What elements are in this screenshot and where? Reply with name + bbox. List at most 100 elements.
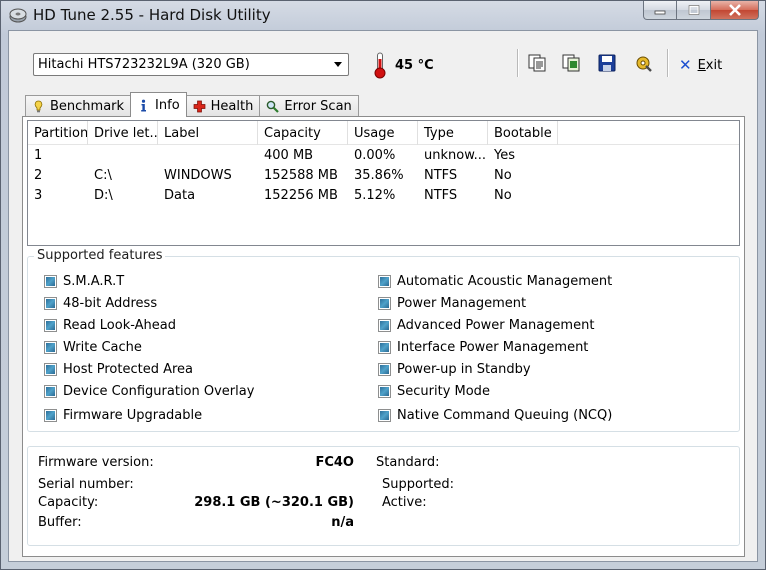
tab-label: Health bbox=[210, 99, 254, 114]
minimize-button[interactable] bbox=[643, 1, 677, 20]
column-header-type[interactable]: Type bbox=[418, 121, 488, 145]
temperature-readout: 45 °C bbox=[395, 58, 434, 73]
info-panel: Partition Drive let... Label Capacity Us… bbox=[22, 116, 745, 557]
cell-label bbox=[158, 145, 258, 165]
close-button[interactable] bbox=[711, 1, 759, 20]
cell-type: NTFS bbox=[424, 167, 458, 183]
checkbox bbox=[44, 363, 57, 376]
checkbox bbox=[378, 297, 391, 310]
cell-partition: 2 bbox=[34, 167, 43, 183]
checkbox bbox=[44, 319, 57, 332]
cell-bootable: No bbox=[494, 167, 512, 183]
column-header-bootable[interactable]: Bootable bbox=[488, 121, 558, 145]
checkbox bbox=[44, 297, 57, 310]
tab-label: Info bbox=[155, 97, 180, 113]
checkbox bbox=[378, 275, 391, 288]
tab-health[interactable]: Health bbox=[185, 95, 261, 117]
feature-item: Write Cache bbox=[44, 340, 142, 355]
save-icon[interactable] bbox=[597, 53, 617, 73]
capacity-label: Capacity: bbox=[38, 495, 99, 510]
tab-benchmark[interactable]: Benchmark bbox=[25, 95, 132, 117]
cell-bootable: Yes bbox=[494, 147, 515, 163]
cell-capacity: 152588 MB bbox=[264, 167, 338, 183]
feature-item: Interface Power Management bbox=[378, 340, 588, 355]
feature-item: Host Protected Area bbox=[44, 362, 193, 377]
feature-item: Advanced Power Management bbox=[378, 318, 594, 333]
cell-usage: 0.00% bbox=[354, 147, 396, 163]
column-header-capacity[interactable]: Capacity bbox=[258, 121, 348, 145]
column-header-drive-letter[interactable]: Drive let... bbox=[88, 121, 158, 145]
info-icon bbox=[141, 99, 147, 111]
tab-bar: Benchmark Info Health Error Scan bbox=[25, 92, 359, 117]
feature-item: Power Management bbox=[378, 296, 526, 311]
cell-type: unknow... bbox=[424, 147, 487, 163]
column-header-partition[interactable]: Partition bbox=[28, 121, 88, 145]
column-header-usage[interactable]: Usage bbox=[348, 121, 418, 145]
client-area: Hitachi HTS723232L9A (320 GB) 45 °C ✕ Ex… bbox=[8, 30, 758, 562]
feature-item: Device Configuration Overlay bbox=[44, 384, 254, 399]
toolbar-separator bbox=[667, 49, 668, 77]
exit-button[interactable]: ✕ Exit bbox=[679, 56, 722, 74]
cell-drive-letter: C:\ bbox=[94, 167, 112, 183]
maximize-icon bbox=[688, 5, 699, 15]
cell-label: Data bbox=[164, 187, 196, 203]
cell-capacity: 152256 MB bbox=[264, 187, 338, 203]
hard-disk-icon bbox=[9, 8, 27, 23]
column-header-label[interactable]: Label bbox=[158, 121, 258, 145]
chevron-down-icon[interactable] bbox=[334, 62, 342, 67]
checkbox bbox=[378, 363, 391, 376]
supported-features-group: Supported features S.M.A.R.T 48-bit Addr… bbox=[27, 248, 740, 432]
feature-item: 48-bit Address bbox=[44, 296, 157, 311]
maximize-button[interactable] bbox=[677, 1, 711, 20]
tab-error-scan[interactable]: Error Scan bbox=[259, 95, 359, 117]
tab-label: Benchmark bbox=[50, 99, 125, 114]
options-icon[interactable] bbox=[633, 53, 653, 73]
firmware-value: FC4O bbox=[315, 455, 354, 470]
checkbox bbox=[378, 319, 391, 332]
checkbox bbox=[44, 385, 57, 398]
tab-info[interactable]: Info bbox=[130, 92, 187, 117]
window-controls bbox=[643, 1, 759, 20]
table-row[interactable]: 1 400 MB 0.00% unknow... Yes bbox=[28, 145, 739, 165]
checkbox bbox=[44, 341, 57, 354]
supported-features-title: Supported features bbox=[34, 248, 166, 263]
benchmark-icon bbox=[34, 100, 43, 113]
health-icon bbox=[193, 100, 206, 113]
cell-type: NTFS bbox=[424, 187, 458, 203]
firmware-label: Firmware version: bbox=[38, 455, 154, 470]
cell-usage: 35.86% bbox=[354, 167, 404, 183]
cell-drive-letter: D:\ bbox=[94, 187, 113, 203]
cell-bootable: No bbox=[494, 187, 512, 203]
checkbox bbox=[378, 385, 391, 398]
capacity-value: 298.1 GB (~320.1 GB) bbox=[194, 495, 354, 510]
app-window: HD Tune 2.55 - Hard Disk Utility Hitachi… bbox=[0, 0, 766, 570]
cell-partition: 1 bbox=[34, 147, 43, 163]
checkbox bbox=[378, 409, 391, 422]
minimize-icon bbox=[654, 10, 666, 15]
copy-screenshot-icon[interactable] bbox=[561, 53, 581, 73]
cell-capacity: 400 MB bbox=[264, 147, 314, 163]
cell-label: WINDOWS bbox=[164, 167, 232, 183]
feature-item: Power-up in Standby bbox=[378, 362, 531, 377]
toolbar-separator bbox=[517, 49, 518, 77]
drive-select-value: Hitachi HTS723232L9A (320 GB) bbox=[38, 57, 250, 72]
exit-label: Exit bbox=[697, 57, 723, 73]
checkbox bbox=[378, 341, 391, 354]
feature-item: Security Mode bbox=[378, 384, 490, 399]
feature-item: Native Command Queuing (NCQ) bbox=[378, 408, 612, 423]
cell-usage: 5.12% bbox=[354, 187, 396, 203]
table-row[interactable]: 2 C:\ WINDOWS 152588 MB 35.86% NTFS No bbox=[28, 165, 739, 185]
drive-select[interactable]: Hitachi HTS723232L9A (320 GB) bbox=[33, 53, 349, 76]
buffer-value: n/a bbox=[331, 515, 354, 530]
checkbox bbox=[44, 409, 57, 422]
tab-label: Error Scan bbox=[284, 99, 352, 114]
exit-icon: ✕ bbox=[679, 56, 692, 74]
table-row[interactable]: 3 D:\ Data 152256 MB 5.12% NTFS No bbox=[28, 185, 739, 205]
supported-label: Supported: bbox=[382, 477, 455, 492]
error-scan-icon bbox=[267, 100, 280, 113]
title-bar[interactable]: HD Tune 2.55 - Hard Disk Utility bbox=[1, 1, 765, 29]
partition-list[interactable]: Partition Drive let... Label Capacity Us… bbox=[27, 120, 740, 246]
buffer-label: Buffer: bbox=[38, 515, 82, 530]
feature-item: Automatic Acoustic Management bbox=[378, 274, 612, 289]
copy-text-icon[interactable] bbox=[527, 53, 547, 73]
